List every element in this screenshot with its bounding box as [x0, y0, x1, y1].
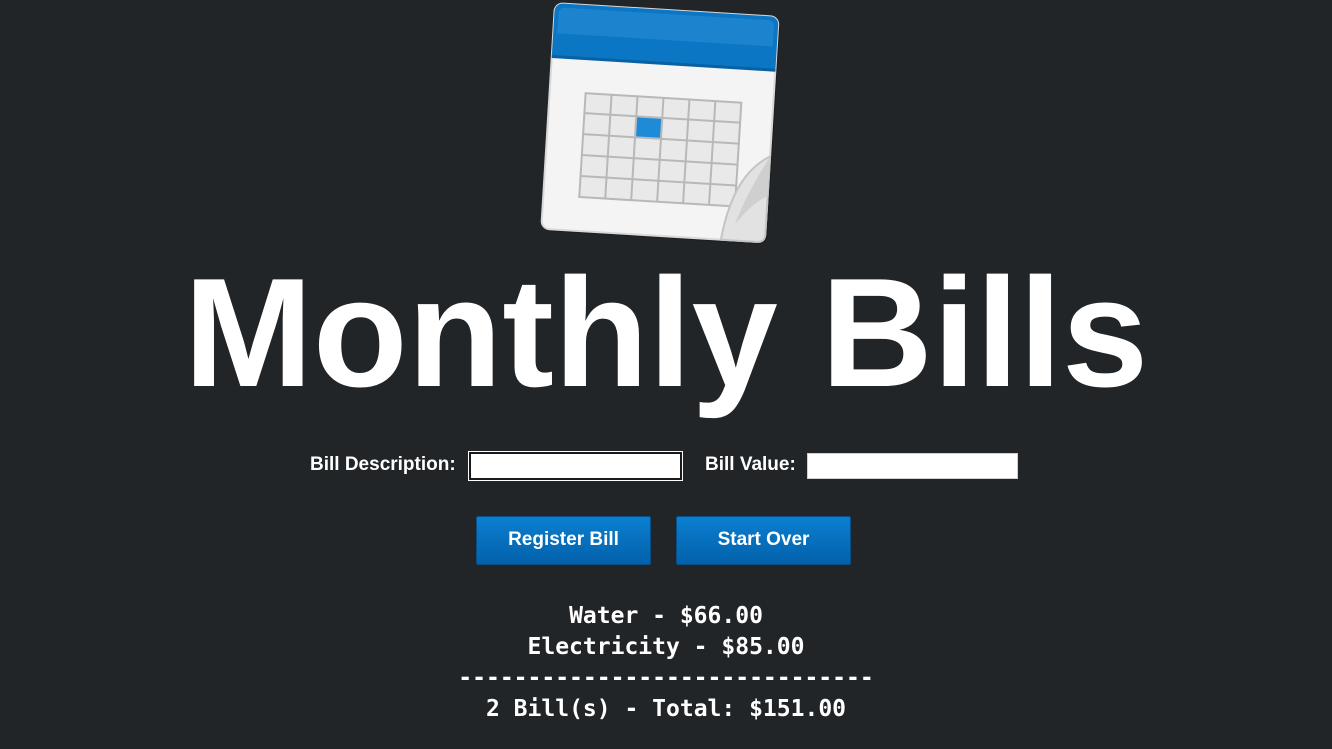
bill-item-electricity: Electricity - $85.00 [527, 634, 805, 660]
bill-value-input[interactable] [807, 453, 1018, 479]
bill-value-label: Bill Value: [705, 454, 796, 475]
calendar-icon [536, 0, 792, 250]
bill-item-water: Water - $66.00 [569, 603, 763, 629]
bill-form: Bill Description: Bill Value: [0, 452, 1332, 482]
page: Monthly Bills Bill Description: Bill Val… [0, 0, 1332, 749]
bill-list: Water - $66.00 Electricity - $85.00 ----… [0, 601, 1332, 725]
start-over-button[interactable]: Start Over [676, 516, 851, 565]
bill-total-summary: 2 Bill(s) - Total: $151.00 [485, 696, 847, 722]
register-bill-button[interactable]: Register Bill [476, 516, 651, 565]
bill-description-input[interactable] [469, 452, 682, 480]
bill-description-label: Bill Description: [310, 454, 456, 475]
page-title: Monthly Bills [183, 246, 1149, 419]
bill-separator: ------------------------------ [458, 665, 874, 691]
